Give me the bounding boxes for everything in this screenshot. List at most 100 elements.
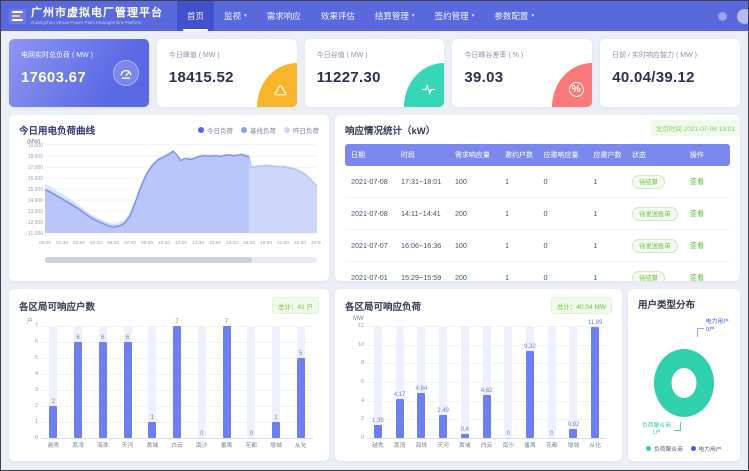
nav-item-label: 签约管理 [435, 10, 469, 22]
response-table-body: 2021-07-0817:31~18:01100101待结算查看 2021-07-… [345, 166, 730, 281]
user-type-title: 用户类型分布 [638, 297, 730, 311]
legend-item-2[interactable]: 昨日负荷 [284, 125, 319, 135]
bar-海珠: 6 [90, 326, 115, 438]
bar [297, 358, 305, 438]
load-curve-head: 今日用电负荷曲线 今日负荷基线负荷昨日负荷 [19, 123, 319, 137]
table-row: 2021-07-0115:29~15:59200101待结算查看 [345, 262, 730, 282]
user-type-panel: 用户类型分布 电力用户 0户 负荷聚合商 1户 负荷聚合商电力用户 [628, 289, 740, 461]
chart-scrollbar-handle[interactable] [45, 257, 252, 263]
pie-legend-dot [646, 446, 651, 451]
column-header: 操作 [684, 144, 730, 166]
nav-item-1[interactable]: 监视▾ [214, 1, 257, 31]
gridline [367, 438, 606, 439]
bar [74, 342, 82, 438]
view-link[interactable]: 查看 [690, 177, 704, 186]
cell-status: 待发送账单 [626, 230, 684, 262]
category-label: 番禺 [519, 440, 541, 451]
category-label: 天河 [115, 440, 140, 451]
category-label: 番禺 [214, 440, 239, 451]
bar-columns: 26661707015 [41, 326, 313, 438]
legend-item-0[interactable]: 今日负荷 [198, 125, 233, 135]
view-link[interactable]: 查看 [690, 209, 704, 218]
status-badge: 待发送账单 [632, 207, 677, 221]
svg-text:21:00: 21:00 [277, 240, 289, 246]
donut-label-power-user: 电力用户 0户 [706, 319, 729, 334]
cell-period: 16:06~16:36 [395, 230, 449, 262]
cell-response: 0 [537, 166, 587, 198]
cell-demand: 200 [449, 198, 499, 230]
bar-黄埔: 1 [140, 326, 165, 438]
category-label: 荔湾 [66, 440, 91, 451]
gridline [41, 438, 313, 439]
svg-text:09:00: 09:00 [141, 240, 153, 246]
bar-荔湾: 4.17 [389, 326, 411, 438]
cell-response: 0 [537, 230, 587, 262]
legend-label: 今日负荷 [207, 125, 233, 135]
bar [417, 393, 425, 438]
category-label: 南沙 [497, 440, 519, 451]
pie-legend-item-0[interactable]: 负荷聚合商 [646, 444, 683, 453]
cell-date: 2021-07-07 [345, 230, 395, 262]
load-curve-chart: (MW)11,00012,00013,00014,00015,00016,000… [19, 137, 321, 251]
bar-荔湾: 6 [66, 326, 91, 438]
chevron-down-icon: ▾ [531, 13, 534, 19]
nav-item-label: 结算管理 [375, 10, 409, 22]
response-stats-title: 响应情况统计（kW） [345, 123, 435, 137]
cell-responded: 1 [588, 230, 627, 262]
nav-item-3[interactable]: 效果评估 [311, 1, 365, 31]
kpi-label: 今日谷值 ( MW ) [317, 50, 433, 60]
bar [173, 326, 181, 438]
view-link[interactable]: 查看 [690, 273, 704, 282]
view-link[interactable]: 查看 [690, 241, 704, 250]
svg-text:13,000: 13,000 [28, 209, 44, 215]
bar [396, 399, 404, 438]
cell-invited: 1 [499, 198, 538, 230]
cell-invited: 1 [499, 166, 538, 198]
table-row: 2021-07-0817:31~18:01100101待结算查看 [345, 166, 730, 198]
donut-callout-line-bottom [674, 422, 681, 431]
bar-value-label: 7 [161, 319, 194, 325]
pie-legend-item-1[interactable]: 电力用户 [691, 444, 722, 453]
legend-dot [284, 127, 290, 133]
kpi-label: 日前 / 实时响应能力 ( MW ) [612, 50, 728, 60]
svg-text:06:00: 06:00 [107, 240, 119, 246]
cell-status: 待发送账单 [626, 198, 684, 230]
load-curve-panel: 今日用电负荷曲线 今日负荷基线负荷昨日负荷 (MW)11,00012,00013… [9, 115, 329, 281]
cell-demand: 100 [449, 166, 499, 198]
svg-text:18,000: 18,000 [28, 154, 44, 160]
column-header: 时段 [395, 144, 449, 166]
cell-response: 0 [537, 262, 587, 282]
notification-icon[interactable] [718, 12, 727, 21]
svg-text:10:30: 10:30 [158, 240, 170, 246]
nav-item-2[interactable]: 需求响应 [257, 1, 311, 31]
status-badge: 待结算 [632, 271, 665, 282]
user-avatar[interactable] [737, 9, 749, 24]
y-tick-label: 6 [25, 339, 38, 345]
nav-item-0[interactable]: 首页 [177, 1, 214, 31]
category-label: 荔湾 [389, 440, 411, 451]
category-label: 白云 [476, 440, 498, 451]
chart-scrollbar[interactable] [45, 257, 317, 263]
bar-花都: 0 [239, 326, 264, 438]
nav-item-6[interactable]: 参数配置▾ [484, 1, 544, 31]
nav-item-5[interactable]: 签约管理▾ [425, 1, 485, 31]
district-users-total-badge: 总计：41 户 [272, 297, 319, 314]
cell-action: 查看 [684, 166, 730, 198]
cell-action: 查看 [684, 230, 730, 262]
bar-track [198, 326, 206, 438]
nav-item-4[interactable]: 结算管理▾ [365, 1, 425, 31]
response-stats-panel: 响应情况统计（kW） 北京时间 2021-07-08 18:01 日期时段需求响… [335, 115, 740, 281]
bar-track [569, 326, 577, 438]
legend-item-1[interactable]: 基线负荷 [241, 125, 276, 135]
category-label: 越秀 [367, 440, 389, 451]
donut-callout-line-top [697, 328, 704, 337]
bar-value-label: 5 [284, 351, 317, 357]
column-header: 邀约户数 [499, 144, 538, 166]
nav-menu: 首页监视▾需求响应效果评估结算管理▾签约管理▾参数配置▾ [177, 1, 544, 31]
bar [569, 429, 577, 438]
bottom-row: 各区局可响应户数 总计：41 户 户0123456726661707015越秀荔… [9, 289, 740, 461]
svg-text:19:30: 19:30 [260, 240, 272, 246]
district-users-head: 各区局可响应户数 总计：41 户 [19, 297, 319, 314]
nav-item-label: 首页 [187, 10, 204, 22]
svg-text:11,000: 11,000 [28, 231, 43, 237]
